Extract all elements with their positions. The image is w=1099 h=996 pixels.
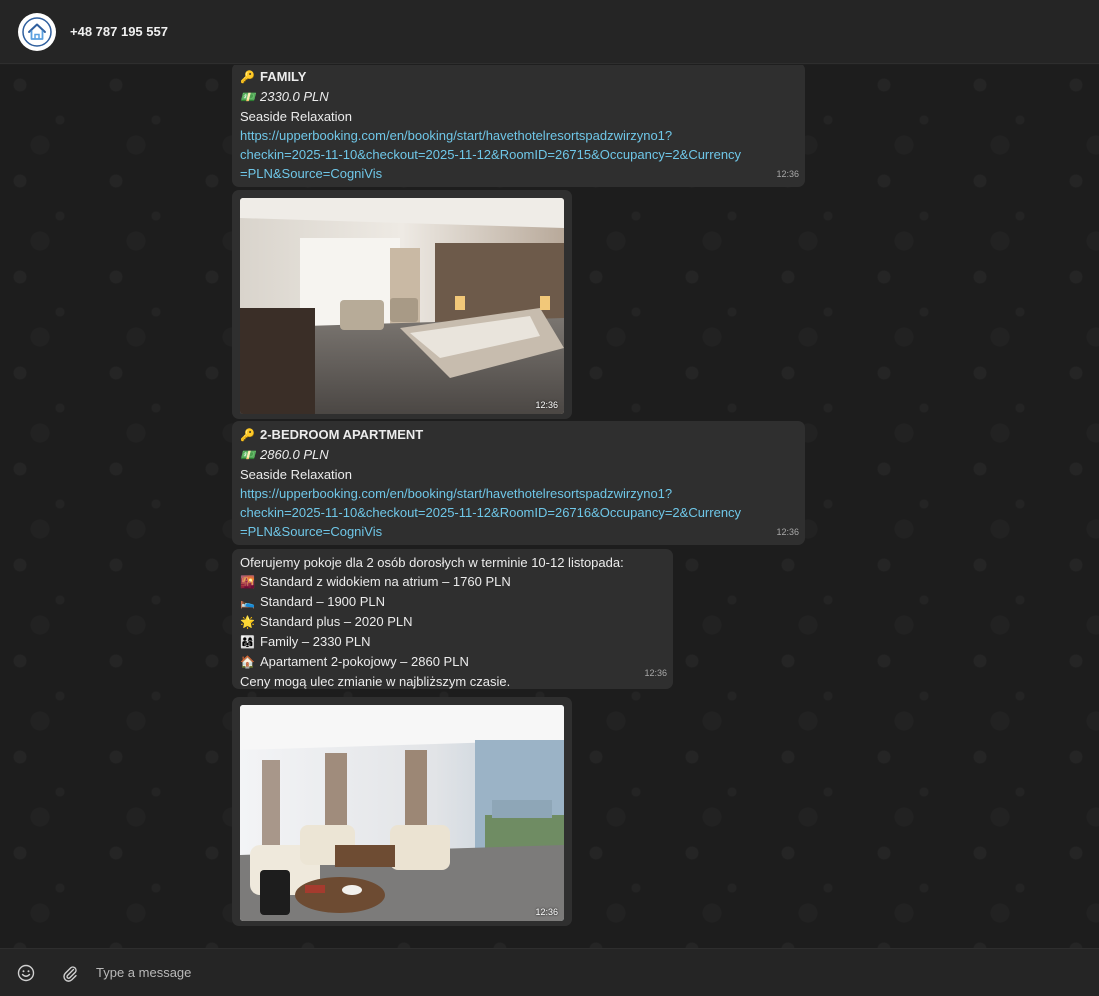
house-logo-icon bbox=[22, 16, 52, 47]
house-icon: 🏠 bbox=[240, 655, 255, 669]
bed-icon: 🛌 bbox=[240, 595, 255, 609]
chat-header: +48 787 195 557 bbox=[0, 0, 1099, 64]
smiley-icon bbox=[17, 964, 35, 981]
emoji-button[interactable] bbox=[16, 963, 36, 983]
star-icon: 🌟 bbox=[240, 615, 255, 629]
summary-item: 👨‍👩‍👧 Family – 2330 PLN bbox=[240, 632, 665, 652]
message-time: 12:36 bbox=[644, 668, 667, 678]
image-time: 12:36 bbox=[535, 400, 558, 410]
room-price: 2330.0 PLN bbox=[260, 89, 329, 104]
summary-item: 🌇 Standard z widokiem na atrium – 1760 PL… bbox=[240, 572, 665, 592]
message-family-offer: 🔑 FAMILY 💵 2330.0 PLN Seaside Relaxation h… bbox=[232, 65, 805, 187]
key-icon: 🔑 bbox=[240, 70, 255, 84]
room-price: 2860.0 PLN bbox=[260, 447, 329, 462]
summary-item: 🌟 Standard plus – 2020 PLN bbox=[240, 612, 665, 632]
message-apartment-offer: 🔑 2-BEDROOM APARTMENT 💵 2860.0 PLN Seaside… bbox=[232, 421, 805, 545]
summary-outro: Ceny mogą ulec zmianie w najbliższym cza… bbox=[240, 674, 511, 689]
message-time: 12:36 bbox=[776, 169, 799, 179]
room-description: Seaside Relaxation bbox=[240, 109, 353, 124]
summary-item: 🛌 Standard – 1900 PLN bbox=[240, 592, 665, 612]
chat-area: 🔑 FAMILY 💵 2330.0 PLN Seaside Relaxation h… bbox=[0, 65, 1099, 948]
contact-avatar[interactable] bbox=[18, 12, 56, 51]
sunset-icon: 🌇 bbox=[240, 575, 255, 589]
room-title: 2-BEDROOM APARTMENT bbox=[260, 427, 424, 442]
message-input[interactable] bbox=[96, 957, 996, 988]
living-room-photo[interactable]: 12:36 bbox=[240, 705, 564, 921]
message-room-summary: Oferujemy pokoje dla 2 osób dorosłych w … bbox=[232, 549, 673, 689]
image-time: 12:36 bbox=[535, 907, 558, 917]
message-composer bbox=[0, 948, 1099, 996]
money-icon: 💵 bbox=[240, 448, 255, 462]
room-description: Seaside Relaxation bbox=[240, 467, 353, 482]
key-icon: 🔑 bbox=[240, 428, 255, 442]
paperclip-icon bbox=[63, 965, 77, 982]
message-image-living-room: 12:36 bbox=[232, 697, 572, 926]
family-icon: 👨‍👩‍👧 bbox=[240, 635, 255, 649]
message-image-bedroom: 12:36 bbox=[232, 190, 572, 419]
room-title: FAMILY bbox=[260, 69, 307, 84]
booking-link[interactable]: https://upperbooking.com/en/booking/star… bbox=[240, 484, 797, 541]
bedroom-photo[interactable]: 12:36 bbox=[240, 198, 564, 414]
contact-name[interactable]: +48 787 195 557 bbox=[70, 24, 168, 39]
attach-button[interactable] bbox=[60, 963, 80, 983]
booking-link[interactable]: https://upperbooking.com/en/booking/star… bbox=[240, 126, 797, 183]
message-time: 12:36 bbox=[776, 527, 799, 537]
summary-intro: Oferujemy pokoje dla 2 osób dorosłych w … bbox=[240, 555, 624, 570]
summary-item: 🏠 Apartament 2-pokojowy – 2860 PLN bbox=[240, 652, 665, 672]
money-icon: 💵 bbox=[240, 90, 255, 104]
